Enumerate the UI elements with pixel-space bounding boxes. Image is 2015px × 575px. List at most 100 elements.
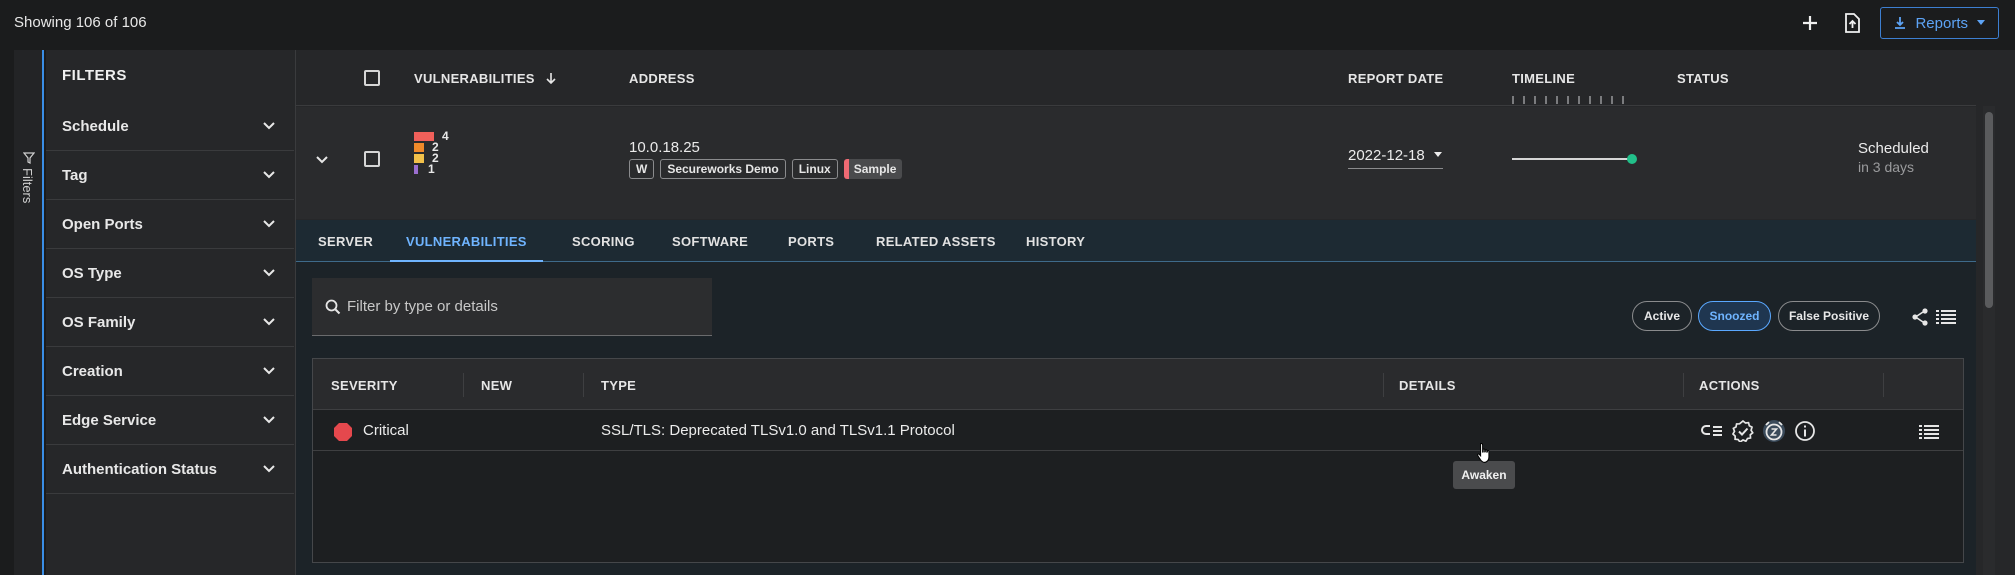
filter-tag[interactable]: Tag [46, 151, 294, 200]
assets-table: VULNERABILITIES ADDRESS REPORT DATE TIME… [296, 50, 2015, 575]
severity-count: 1 [428, 162, 435, 176]
status-subtext: in 3 days [1858, 159, 1915, 175]
column-status[interactable]: STATUS [1677, 71, 1729, 86]
severity-bar-medium [414, 154, 424, 163]
tab-scoring[interactable]: SCORING [572, 234, 635, 249]
result-count: Showing 106 of 106 [14, 14, 147, 31]
caret-down-icon [1977, 20, 1985, 25]
filter-label: OS Family [62, 314, 136, 331]
vertical-scrollbar[interactable] [1983, 106, 1995, 575]
report-date-value: 2022-12-18 [1348, 147, 1425, 164]
status-text: Scheduled [1858, 140, 1929, 157]
reports-label: Reports [1915, 14, 1968, 32]
column-address[interactable]: ADDRESS [629, 71, 695, 86]
filter-label: Creation [62, 363, 123, 380]
tab-ports[interactable]: PORTS [788, 234, 834, 249]
tag-secureworks-demo[interactable]: Secureworks Demo [660, 159, 786, 179]
tab-history[interactable]: HISTORY [1026, 234, 1085, 249]
column-type[interactable]: TYPE [601, 378, 636, 393]
reports-button[interactable]: Reports [1880, 7, 1999, 39]
filters-rail-toggle[interactable]: Filters [14, 50, 44, 575]
report-date-dropdown[interactable]: 2022-12-18 [1348, 147, 1443, 169]
tag-sample[interactable]: Sample [843, 159, 903, 179]
severity-bar-high [414, 143, 424, 152]
chevron-down-icon [263, 465, 275, 473]
verified-badge-icon[interactable] [1732, 420, 1754, 442]
column-timeline[interactable]: TIMELINE [1512, 71, 1575, 86]
filter-search-input[interactable]: Filter by type or details [312, 278, 712, 336]
tab-software[interactable]: SOFTWARE [672, 234, 748, 249]
sort-arrow-down-icon [546, 73, 556, 85]
filter-label: OS Type [62, 265, 122, 282]
detail-tabs: SERVER VULNERABILITIES SCORING SOFTWARE … [296, 220, 1976, 262]
chevron-down-icon [263, 269, 275, 277]
column-actions: ACTIONS [1699, 378, 1760, 393]
asset-address[interactable]: 10.0.18.25 [629, 139, 700, 156]
filters-title: FILTERS [62, 67, 127, 84]
awaken-alarm-icon[interactable] [1763, 420, 1785, 442]
filter-label: Tag [62, 167, 88, 184]
select-all-checkbox[interactable] [364, 70, 380, 86]
table-row[interactable]: 4 2 2 1 10.0.18.25 W Secureworks Demo Li… [296, 107, 1976, 219]
timeline-marker[interactable] [1627, 154, 1637, 164]
vulnerability-type[interactable]: SSL/TLS: Deprecated TLSv1.0 and TLSv1.1 … [601, 422, 955, 439]
critical-severity-icon [334, 423, 352, 441]
filter-authentication-status[interactable]: Authentication Status [46, 445, 294, 494]
row-checkbox[interactable] [364, 151, 380, 167]
download-icon [1895, 17, 1906, 29]
tab-server[interactable]: SERVER [318, 234, 373, 249]
severity-text: Critical [363, 422, 409, 439]
severity-count: 4 [442, 129, 449, 143]
filter-schedule[interactable]: Schedule [46, 102, 294, 151]
pill-active[interactable]: Active [1632, 301, 1692, 331]
chevron-down-icon[interactable] [314, 151, 330, 167]
file-upload-icon[interactable] [1838, 9, 1866, 37]
timeline-line [1512, 158, 1632, 160]
asset-tags: W Secureworks Demo Linux Sample [629, 159, 903, 179]
plus-icon[interactable] [1796, 9, 1824, 37]
info-icon[interactable] [1794, 420, 1816, 442]
column-severity[interactable]: SEVERITY [331, 378, 398, 393]
column-vulnerabilities[interactable]: VULNERABILITIES [414, 71, 557, 86]
filters-rail-label: Filters [20, 168, 35, 204]
timeline-ticks [1512, 96, 1632, 104]
tab-related-assets[interactable]: RELATED ASSETS [876, 234, 996, 249]
pill-snoozed[interactable]: Snoozed [1698, 301, 1771, 331]
row-menu-icon[interactable] [1919, 425, 1939, 439]
severity-summary: 4 2 2 1 [414, 129, 449, 176]
search-icon [325, 299, 341, 315]
filter-list: Schedule Tag Open Ports OS Type OS Famil… [46, 102, 294, 575]
tag-linux[interactable]: Linux [791, 159, 838, 179]
filter-label: Open Ports [62, 216, 143, 233]
tag-w[interactable]: W [629, 159, 655, 179]
table-row[interactable]: Critical SSL/TLS: Deprecated TLSv1.0 and… [313, 411, 1963, 451]
search-placeholder: Filter by type or details [347, 298, 498, 315]
filter-creation[interactable]: Creation [46, 347, 294, 396]
pill-false-positive[interactable]: False Positive [1778, 301, 1880, 331]
filter-label: Edge Service [62, 412, 157, 429]
tab-vulnerabilities[interactable]: VULNERABILITIES [406, 234, 527, 249]
filter-open-ports[interactable]: Open Ports [46, 200, 294, 249]
column-details[interactable]: DETAILS [1399, 378, 1456, 393]
awaken-tooltip: Awaken [1453, 461, 1515, 489]
column-new[interactable]: NEW [481, 378, 512, 393]
filter-os-type[interactable]: OS Type [46, 249, 294, 298]
vulnerabilities-table-header: SEVERITY NEW TYPE DETAILS ACTIONS [313, 359, 1963, 410]
filter-os-family[interactable]: OS Family [46, 298, 294, 347]
filter-label: Schedule [62, 118, 129, 135]
list-view-icon[interactable] [1936, 309, 1956, 325]
filter-edge-service[interactable]: Edge Service [46, 396, 294, 445]
scrollbar-thumb[interactable] [1985, 112, 1993, 308]
chevron-down-icon [263, 220, 275, 228]
chevron-down-icon [263, 416, 275, 424]
caret-down-icon [1433, 152, 1442, 157]
chevron-down-icon [263, 367, 275, 375]
filter-label: Authentication Status [62, 461, 218, 478]
checklist-icon[interactable] [1701, 420, 1723, 442]
column-report-date[interactable]: REPORT DATE [1348, 71, 1444, 86]
column-label: VULNERABILITIES [414, 71, 535, 86]
severity-bar-low [414, 165, 418, 174]
top-actions: Reports [1796, 7, 1999, 39]
severity-bar-critical [414, 132, 434, 141]
share-icon[interactable] [1910, 307, 1930, 327]
